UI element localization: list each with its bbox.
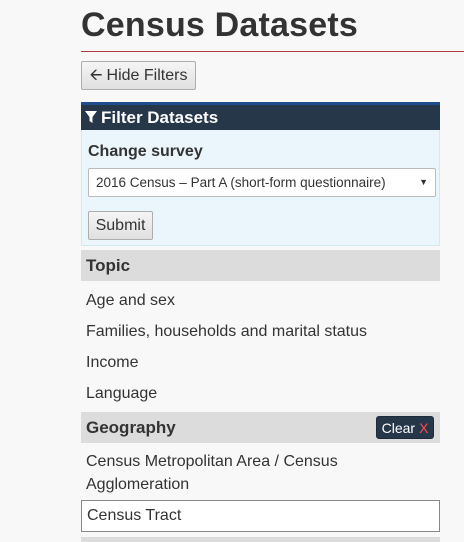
survey-select[interactable]: 2016 Census – Part A (short-form questio… [88,168,436,197]
arrow-left-icon: 🡨 [89,66,103,84]
change-survey-label: Change survey [88,143,203,160]
filter-icon [85,111,97,123]
geography-item-census-tract[interactable]: Census Tract [81,500,440,532]
chevron-down-icon: ▼ [419,177,428,187]
filter-panel-title: Filter Datasets [101,107,219,127]
topic-heading: Topic [86,255,131,275]
clear-label: Clear [381,419,416,436]
geography-section-header[interactable]: Geography Clear X [81,412,440,443]
next-section-header [81,537,440,542]
hide-filters-label: Hide Filters [106,66,188,84]
filter-panel-header: Filter Datasets [81,102,440,130]
topic-section-header[interactable]: Topic [81,250,440,281]
topic-item-families[interactable]: Families, households and marital status [86,323,367,341]
topic-item-language[interactable]: Language [86,385,157,403]
census-tract-label: Census Tract [87,507,182,524]
geography-item-cma-ca[interactable]: Census Metropolitan Area / Census Agglom… [86,450,416,496]
close-icon: X [419,419,429,436]
geography-heading: Geography [86,417,176,437]
survey-select-value: 2016 Census – Part A (short-form questio… [96,175,386,190]
page-title: Census Datasets [81,6,359,44]
topic-item-income[interactable]: Income [86,354,138,372]
title-divider [81,51,464,52]
topic-item-age-sex[interactable]: Age and sex [86,292,175,310]
submit-button[interactable]: Submit [88,211,153,240]
hide-filters-button[interactable]: 🡨 Hide Filters [81,61,196,90]
filter-panel-body: Change survey 2016 Census – Part A (shor… [81,130,440,246]
clear-geography-button[interactable]: Clear X [376,416,434,439]
